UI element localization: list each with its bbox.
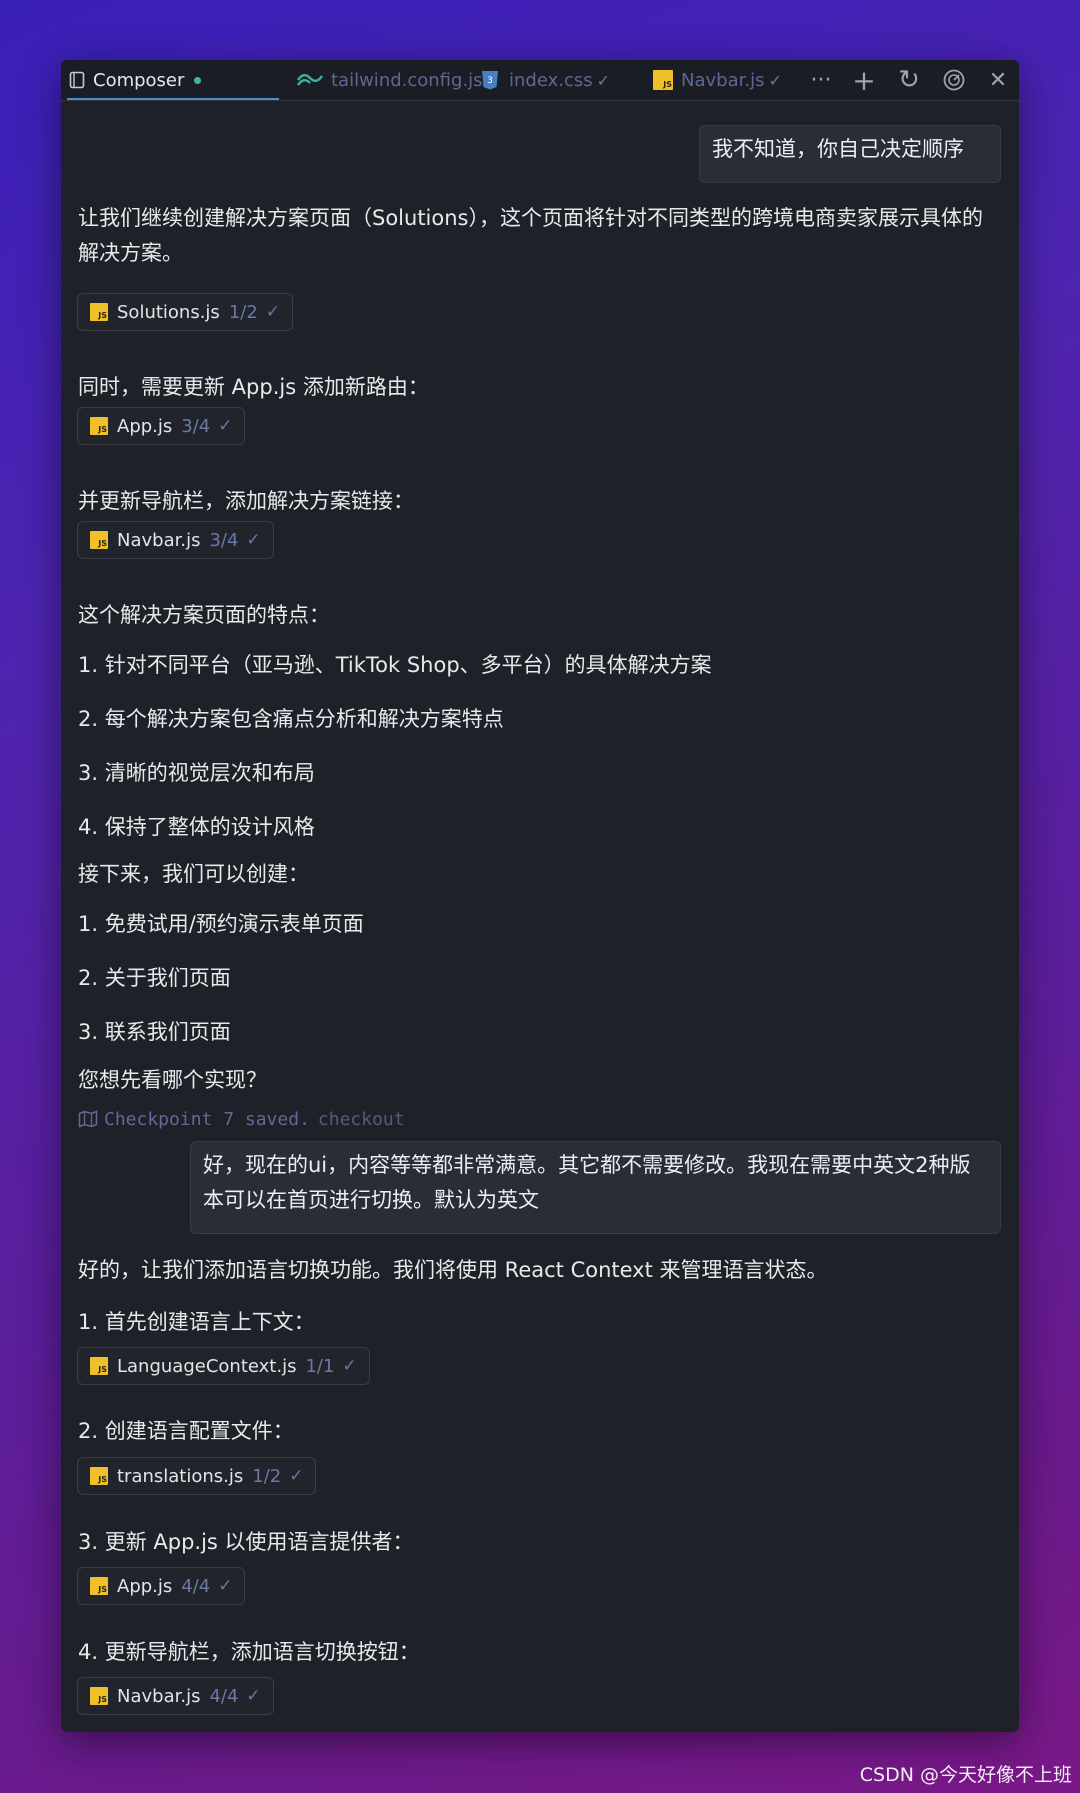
refresh-button[interactable]: ↻ — [889, 60, 929, 100]
file-chip-app-2[interactable]: JS App.js 4/4 ✓ — [77, 1567, 246, 1605]
js-file-icon: JS — [90, 1687, 108, 1705]
list-item: 3. 清晰的视觉层次和布局 — [78, 761, 315, 785]
check-icon: ✓ — [265, 302, 281, 322]
tab-tailwind-config[interactable]: tailwind.config.js ✓ — [297, 60, 500, 100]
check-icon: ✓ — [342, 1356, 357, 1376]
check-icon: ✓ — [246, 530, 261, 550]
file-name: LanguageContext.js — [117, 1355, 297, 1377]
watermark: CSDN @今天好像不上班 — [859, 1764, 1072, 1786]
assistant-text: 2. 创建语言配置文件： — [78, 1419, 294, 1443]
checkpoint-label: Checkpoint 7 saved. — [104, 1108, 310, 1130]
js-file-icon: JS — [90, 303, 108, 321]
file-progress: 3/4 — [181, 415, 211, 437]
file-progress: 1/2 — [252, 1465, 282, 1487]
file-name: Solutions.js — [117, 301, 220, 323]
js-badge: JS — [653, 70, 673, 90]
file-name: translations.js — [117, 1465, 244, 1487]
file-chip-translations[interactable]: JS translations.js 1/2 ✓ — [77, 1457, 317, 1495]
tab-navbar-js[interactable]: JS Navbar.js ✓ — [653, 60, 782, 100]
assistant-text: 并更新导航栏，添加解决方案链接： — [78, 489, 414, 513]
tab-label: Composer — [93, 69, 185, 91]
user-message: 我不知道，你自己决定顺序 — [699, 125, 1001, 183]
file-name: App.js — [117, 415, 173, 437]
check-icon: ✓ — [768, 70, 782, 90]
file-name: Navbar.js — [117, 1685, 201, 1707]
notebook-icon — [69, 71, 85, 89]
file-progress: 4/4 — [181, 1575, 211, 1597]
file-name: Navbar.js — [117, 529, 201, 551]
js-file-icon: JS — [90, 1467, 108, 1485]
assistant-text: 这个解决方案页面的特点： — [78, 603, 330, 627]
unsaved-dot-icon — [194, 76, 202, 84]
list-item: 2. 关于我们页面 — [78, 966, 231, 990]
more-button[interactable]: ··· — [801, 60, 841, 100]
add-button[interactable]: + — [844, 60, 884, 100]
list-item: 1. 免费试用/预约演示表单页面 — [78, 912, 364, 936]
assistant-text: 接下来，我们可以创建： — [78, 862, 309, 886]
list-item: 4. 保持了整体的设计风格 — [78, 815, 315, 839]
js-icon: JS — [653, 70, 673, 90]
list-item: 3. 联系我们页面 — [78, 1020, 231, 1044]
tab-composer[interactable]: Composer — [67, 60, 279, 100]
file-progress: 4/4 — [209, 1685, 239, 1707]
assistant-text: 您想先看哪个实现？ — [78, 1068, 267, 1092]
check-icon: ✓ — [218, 1576, 233, 1596]
css-icon: 3 — [479, 69, 501, 91]
js-file-icon: JS — [90, 1357, 108, 1375]
tab-index-css[interactable]: 3 index.css ✓ — [479, 60, 610, 100]
file-chip-solutions[interactable]: JS Solutions.js 1/2 ✓ — [77, 293, 294, 331]
assistant-text: 同时，需要更新 App.js 添加新路由： — [78, 375, 429, 399]
file-chip-navbar-2[interactable]: JS Navbar.js 4/4 ✓ — [77, 1677, 274, 1715]
list-item: 2. 每个解决方案包含痛点分析和解决方案特点 — [78, 707, 504, 731]
check-icon: ✓ — [246, 1686, 261, 1706]
assistant-text: 4. 更新导航栏，添加语言切换按钮： — [78, 1640, 420, 1664]
checkout-link[interactable]: checkout — [318, 1109, 405, 1130]
js-file-icon: JS — [90, 417, 108, 435]
tab-label: index.css — [509, 69, 593, 91]
assistant-text: 1. 首先创建语言上下文： — [78, 1310, 315, 1334]
file-chip-language-context[interactable]: JS LanguageContext.js 1/1 ✓ — [77, 1347, 370, 1385]
gauge-icon — [943, 69, 965, 91]
file-progress: 1/1 — [305, 1355, 335, 1377]
tab-label: tailwind.config.js — [331, 69, 483, 91]
user-message: 好，现在的ui，内容等等都非常满意。其它都不需要修改。我现在需要中英文2种版本可… — [190, 1141, 1001, 1234]
check-icon: ✓ — [218, 416, 233, 436]
assistant-text: 让我们继续创建解决方案页面（Solutions），这个页面将针对不同类型的跨境电… — [78, 206, 983, 265]
history-button[interactable] — [934, 60, 974, 100]
assistant-text: 好的，让我们添加语言切换功能。我们将使用 React Context 来管理语言… — [78, 1258, 828, 1282]
chat-scroll-area[interactable]: 我不知道，你自己决定顺序 让我们继续创建解决方案页面（Solutions），这个… — [61, 101, 1019, 1732]
js-file-icon: JS — [90, 1577, 108, 1595]
tab-bar: Composer tailwind.config.js ✓ 3 index.cs… — [61, 60, 1019, 101]
tailwind-icon — [297, 73, 323, 87]
checkpoint-row: Checkpoint 7 saved. checkout — [78, 1104, 405, 1134]
file-progress: 3/4 — [209, 529, 239, 551]
file-chip-navbar[interactable]: JS Navbar.js 3/4 ✓ — [77, 521, 274, 559]
js-file-icon: JS — [90, 531, 108, 549]
composer-window: Composer tailwind.config.js ✓ 3 index.cs… — [61, 60, 1019, 1732]
check-icon: ✓ — [596, 70, 611, 90]
close-button[interactable]: ✕ — [978, 60, 1018, 100]
svg-text:3: 3 — [487, 76, 493, 86]
file-progress: 1/2 — [228, 301, 258, 323]
assistant-text: 3. 更新 App.js 以使用语言提供者： — [78, 1530, 414, 1554]
check-icon: ✓ — [289, 1466, 304, 1486]
tab-label: Navbar.js — [681, 69, 765, 91]
file-name: App.js — [117, 1575, 173, 1597]
file-chip-app[interactable]: JS App.js 3/4 ✓ — [77, 407, 246, 445]
map-icon — [78, 1110, 98, 1128]
list-item: 1. 针对不同平台（亚马逊、TikTok Shop、多平台）的具体解决方案 — [78, 653, 712, 677]
